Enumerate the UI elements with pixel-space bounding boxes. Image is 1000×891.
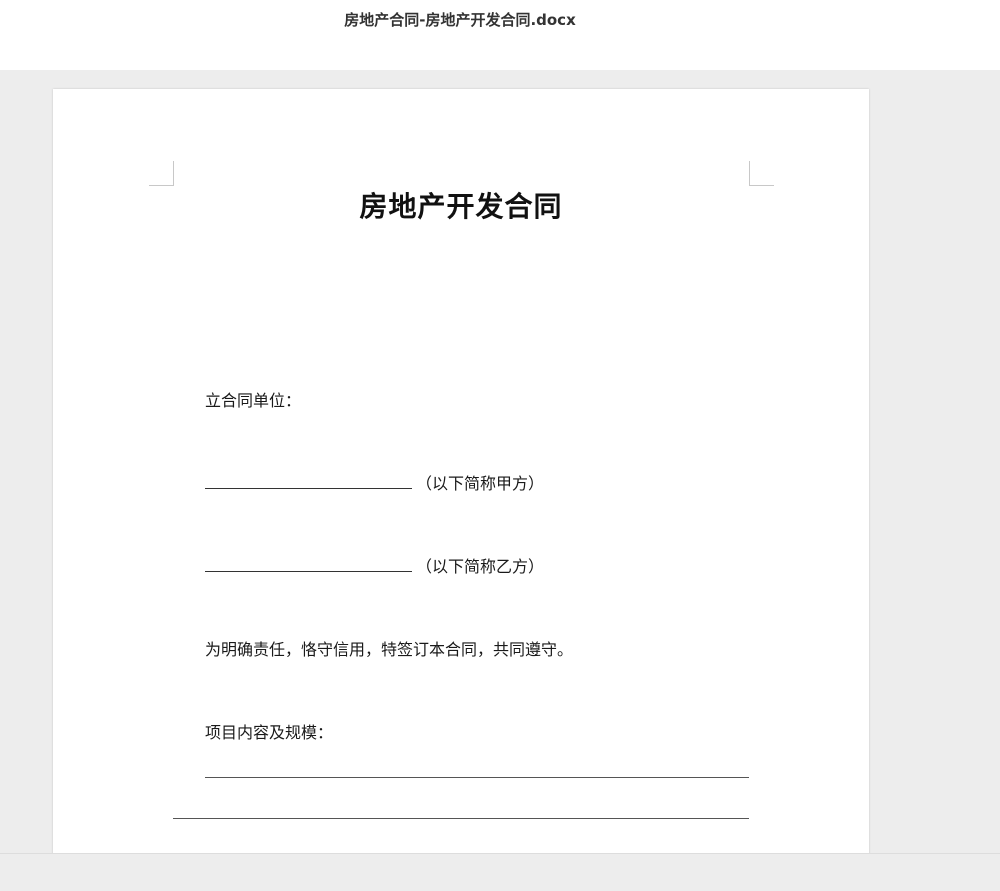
signing-parties-label: 立合同单位： <box>205 391 302 410</box>
project-content-label: 项目内容及规模： <box>205 723 334 742</box>
margin-corner-top-right <box>749 161 774 186</box>
party-b-line: （以下简称乙方） <box>205 553 544 577</box>
party-b-blank <box>205 570 412 572</box>
document-filename: 房地产合同-房地产开发合同.docx <box>344 11 576 29</box>
party-a-line: （以下简称甲方） <box>205 470 544 494</box>
project-content-rule-1 <box>205 777 749 778</box>
party-b-suffix: （以下简称乙方） <box>416 557 545 576</box>
party-a-suffix: （以下简称甲方） <box>416 474 545 493</box>
project-content-rule-2 <box>173 818 749 819</box>
title-bar: 房地产合同-房地产开发合同.docx <box>0 0 1000 70</box>
bottom-strip <box>0 853 1000 891</box>
party-a-blank <box>205 487 412 489</box>
document-viewer[interactable]: 房地产开发合同 立合同单位： （以下简称甲方） （以下简称乙方） 为明确责任，恪… <box>0 70 1000 853</box>
margin-corner-top-left <box>149 161 174 186</box>
contract-title: 房地产开发合同 <box>359 190 563 223</box>
document-page: 房地产开发合同 立合同单位： （以下简称甲方） （以下简称乙方） 为明确责任，恪… <box>53 89 869 853</box>
preamble-text: 为明确责任，恪守信用，特签订本合同，共同遵守。 <box>205 640 574 659</box>
